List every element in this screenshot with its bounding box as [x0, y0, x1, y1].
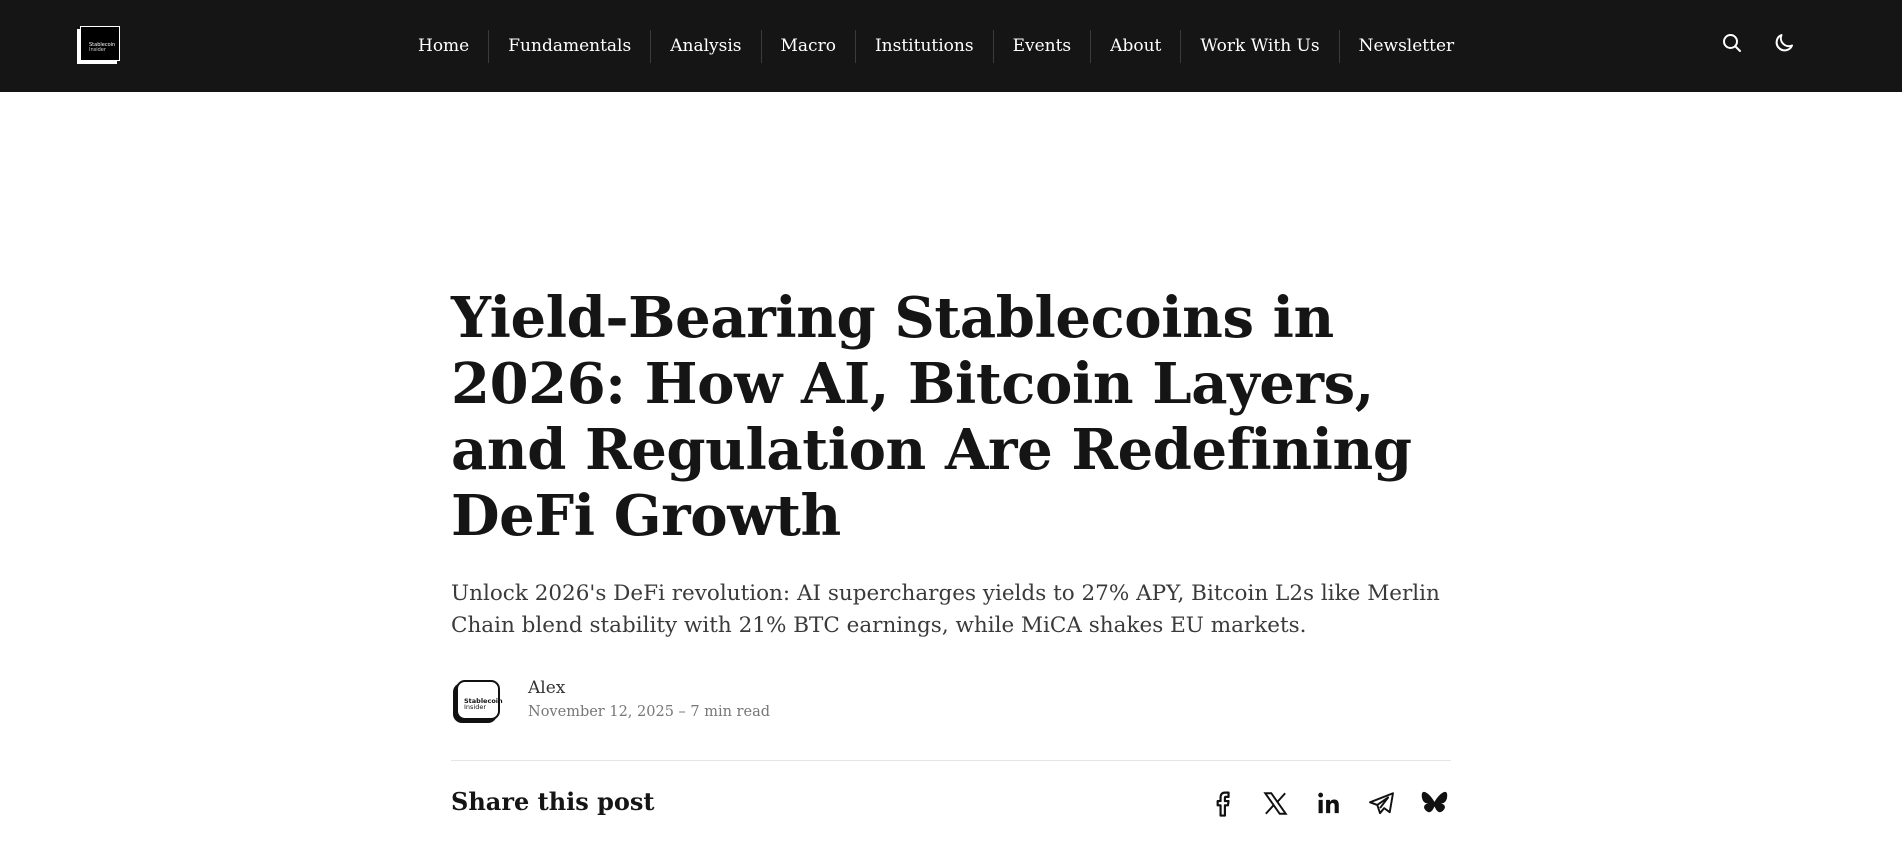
author-name[interactable]: Alex [528, 678, 565, 698]
main-nav: Home Fundamentals Analysis Macro Institu… [399, 0, 1473, 92]
nav-macro[interactable]: Macro [762, 36, 855, 56]
author-byline: Stablecoin Insider Alex November 12, 202… [451, 674, 1051, 726]
linkedin-icon [1318, 792, 1339, 814]
share-telegram-button[interactable] [1367, 789, 1396, 818]
search-icon [1723, 34, 1741, 52]
nav-institutions[interactable]: Institutions [856, 36, 993, 56]
section-divider [451, 760, 1451, 761]
avatar-logo-text: Stablecoin Insider [464, 698, 503, 711]
facebook-icon [1216, 791, 1230, 817]
share-links [1208, 789, 1449, 818]
nav-about[interactable]: About [1091, 36, 1180, 56]
article-meta: November 12, 2025 – 7 min read [528, 704, 770, 720]
nav-work-with-us[interactable]: Work With Us [1181, 36, 1338, 56]
site-logo[interactable]: Stablecoin Insider [80, 26, 122, 63]
nav-home[interactable]: Home [399, 36, 488, 56]
search-button[interactable] [1720, 31, 1744, 55]
share-x-button[interactable] [1261, 789, 1290, 818]
share-bluesky-button[interactable] [1420, 789, 1449, 818]
telegram-icon [1369, 792, 1394, 815]
article-title: Yield-Bearing Stablecoins in 2026: How A… [451, 285, 1412, 549]
moon-icon [1775, 34, 1793, 52]
logo-text: Stablecoin Insider [89, 43, 115, 53]
article-excerpt: Unlock 2026's DeFi revolution: AI superc… [451, 581, 1440, 638]
share-title: Share this post [451, 787, 655, 816]
theme-toggle-button[interactable] [1772, 31, 1796, 55]
nav-newsletter[interactable]: Newsletter [1340, 36, 1474, 56]
author-avatar[interactable]: Stablecoin Insider [456, 680, 503, 722]
top-navigation-bar: Stablecoin Insider Home Fundamentals Ana… [0, 0, 1902, 92]
x-icon [1263, 792, 1288, 815]
bluesky-icon [1421, 791, 1448, 813]
article-header: Yield-Bearing Stablecoins in 2026: How A… [451, 285, 1451, 549]
share-linkedin-button[interactable] [1314, 789, 1343, 818]
share-facebook-button[interactable] [1208, 789, 1237, 818]
logo-sub: Insider [89, 47, 106, 53]
nav-fundamentals[interactable]: Fundamentals [489, 36, 650, 56]
nav-analysis[interactable]: Analysis [651, 36, 760, 56]
nav-events[interactable]: Events [994, 36, 1091, 56]
